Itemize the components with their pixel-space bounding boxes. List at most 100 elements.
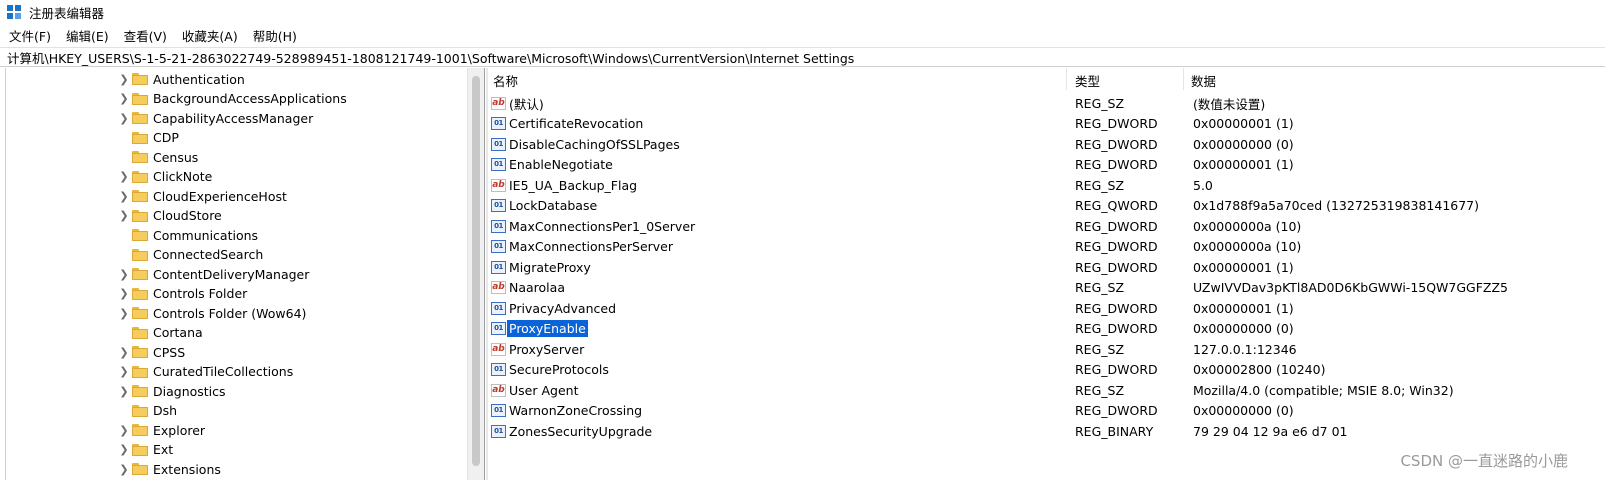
chevron-right-icon[interactable]: ❯ bbox=[118, 303, 130, 323]
column-header-data[interactable]: 数据 bbox=[1191, 68, 1216, 92]
value-row[interactable]: 01 MaxConnectionsPer1_0Server REG_DWORD 0x0… bbox=[486, 216, 1605, 236]
chevron-right-icon[interactable]: ❯ bbox=[118, 167, 130, 187]
tree-item-label: Diagnostics bbox=[153, 383, 226, 399]
value-row[interactable]: ab User Agent REG_SZ Mozilla/4.0 (compatibl… bbox=[486, 380, 1605, 400]
value-row[interactable]: 01 PrivacyAdvanced REG_DWORD 0x00000001 (1) bbox=[486, 298, 1605, 318]
tree-item[interactable]: Dsh bbox=[118, 401, 177, 421]
chevron-right-icon[interactable]: ❯ bbox=[118, 186, 130, 206]
menu-view[interactable]: 查看(V) bbox=[115, 26, 173, 45]
value-name: MaxConnectionsPerServer bbox=[509, 239, 673, 254]
column-header-type[interactable]: 类型 bbox=[1075, 68, 1100, 92]
chevron-right-icon[interactable]: ❯ bbox=[118, 420, 130, 440]
value-row[interactable]: 01 SecureProtocols REG_DWORD 0x00002800 (10… bbox=[486, 360, 1605, 380]
value-row[interactable]: 01 LockDatabase REG_QWORD 0x1d788f9a5a70ced… bbox=[486, 196, 1605, 216]
menu-help[interactable]: 帮助(H) bbox=[244, 26, 303, 45]
folder-icon bbox=[132, 112, 148, 124]
value-name-cell: ab User Agent bbox=[491, 380, 578, 400]
tree-item[interactable]: Communications bbox=[118, 225, 258, 245]
tree-item[interactable]: ❯ Authentication bbox=[118, 69, 244, 89]
value-type: REG_SZ bbox=[1075, 382, 1125, 398]
tree-item[interactable]: ❯ Controls Folder (Wow64) bbox=[118, 303, 306, 323]
value-name-cell: ab ProxyServer bbox=[491, 339, 584, 359]
value-name: ZonesSecurityUpgrade bbox=[509, 423, 653, 439]
tree-item[interactable]: Cortana bbox=[118, 323, 203, 343]
column-divider[interactable] bbox=[1066, 68, 1067, 90]
tree-item[interactable]: ❯ Extensions bbox=[118, 459, 221, 479]
value-row[interactable]: ab (默认) REG_SZ (数值未设置) bbox=[486, 93, 1605, 113]
value-type: REG_DWORD bbox=[1075, 239, 1158, 254]
value-type: REG_QWORD bbox=[1075, 198, 1158, 213]
address-bar[interactable]: 计算机\HKEY_USERS\S-1-5-21-2863022749-52898… bbox=[0, 47, 1605, 67]
value-row[interactable]: 01 DisableCachingOfSSLPages REG_DWORD 0x000… bbox=[486, 134, 1605, 154]
tree-scrollbar[interactable] bbox=[467, 68, 484, 480]
chevron-right-icon[interactable]: ❯ bbox=[118, 440, 130, 460]
value-row[interactable]: 01 WarnonZoneCrossing REG_DWORD 0x00000000 … bbox=[486, 401, 1605, 421]
value-row[interactable]: 01 ZonesSecurityUpgrade REG_BINARY 79 29 04… bbox=[486, 421, 1605, 441]
value-name-cell: 01 PrivacyAdvanced bbox=[491, 298, 616, 318]
value-data: 0x1d788f9a5a70ced (132725319838141677) bbox=[1193, 198, 1480, 213]
value-row[interactable]: ab ProxyServer REG_SZ 127.0.0.1:12346 bbox=[486, 339, 1605, 359]
value-name-cell: ab Naarolaa bbox=[491, 278, 565, 298]
chevron-right-icon[interactable]: ❯ bbox=[118, 69, 130, 89]
tree-item[interactable]: ConnectedSearch bbox=[118, 245, 263, 265]
menu-file[interactable]: 文件(F) bbox=[0, 26, 57, 45]
chevron-right-icon[interactable]: ❯ bbox=[118, 284, 130, 304]
tree-scrollbar-thumb[interactable] bbox=[472, 76, 480, 466]
folder-icon bbox=[132, 92, 148, 105]
tree-item[interactable]: ❯ BackgroundAccessApplications bbox=[118, 89, 346, 109]
chevron-right-icon[interactable]: ❯ bbox=[118, 89, 130, 109]
value-row[interactable]: ab IE5_UA_Backup_Flag REG_SZ 5.0 bbox=[486, 175, 1605, 195]
value-row[interactable]: 01 CertificateRevocation REG_DWORD 0x000000… bbox=[486, 114, 1605, 134]
value-data: 5.0 bbox=[1193, 177, 1213, 193]
chevron-right-icon[interactable]: ❯ bbox=[118, 381, 130, 401]
binary-value-icon: 01 bbox=[491, 199, 506, 212]
chevron-right-icon[interactable]: ❯ bbox=[118, 206, 130, 226]
value-name: (默认) bbox=[509, 96, 544, 112]
tree-item[interactable]: ❯ Explorer bbox=[118, 420, 205, 440]
value-name-cell: 01 ProxyEnable bbox=[491, 319, 588, 339]
binary-value-icon: 01 bbox=[491, 137, 506, 151]
tree-item[interactable]: ❯ CloudExperienceHost bbox=[118, 186, 286, 206]
tree-item[interactable]: ❯ CloudStore bbox=[118, 206, 221, 226]
tree-item[interactable]: ❯ CPSS bbox=[118, 342, 185, 362]
value-type: REG_DWORD bbox=[1075, 116, 1158, 131]
tree-item[interactable]: Census bbox=[118, 147, 198, 167]
menu-edit[interactable]: 编辑(E) bbox=[57, 26, 115, 45]
value-data: 0x00000001 (1) bbox=[1193, 157, 1294, 172]
tree-item[interactable]: ❯ Controls Folder bbox=[118, 284, 247, 304]
chevron-right-icon[interactable]: ❯ bbox=[118, 108, 130, 128]
value-row[interactable]: ab Naarolaa REG_SZ UZwIVVDav3pKTl8AD0D6KbGW… bbox=[486, 278, 1605, 298]
string-value-icon: ab bbox=[491, 383, 506, 397]
tree-item[interactable]: CDP bbox=[118, 128, 179, 148]
folder-icon bbox=[132, 443, 148, 456]
tree-item[interactable]: ❯ CuratedTileCollections bbox=[118, 362, 293, 382]
value-row[interactable]: 01 ProxyEnable REG_DWORD 0x00000000 (0) bbox=[486, 319, 1605, 339]
menu-favorites[interactable]: 收藏夹(A) bbox=[173, 26, 244, 45]
chevron-right-icon[interactable]: ❯ bbox=[118, 459, 130, 479]
string-value-icon: ab bbox=[491, 178, 506, 192]
value-name: DisableCachingOfSSLPages bbox=[509, 136, 680, 152]
tree-item[interactable]: ❯ Ext bbox=[118, 440, 173, 460]
value-name-cell: 01 ZonesSecurityUpgrade bbox=[491, 421, 652, 441]
chevron-right-icon[interactable]: ❯ bbox=[118, 362, 130, 382]
tree-item[interactable]: ❯ Diagnostics bbox=[118, 381, 226, 401]
value-type: REG_DWORD bbox=[1075, 259, 1158, 275]
value-row[interactable]: 01 MigrateProxy REG_DWORD 0x00000001 (1) bbox=[486, 257, 1605, 277]
title-bar: 注册表编辑器 bbox=[0, 0, 1605, 24]
column-header-name[interactable]: 名称 bbox=[493, 68, 518, 92]
value-row[interactable]: 01 EnableNegotiate REG_DWORD 0x00000001 (1) bbox=[486, 155, 1605, 175]
tree-item-label: Dsh bbox=[153, 403, 178, 418]
address-path[interactable]: 计算机\HKEY_USERS\S-1-5-21-2863022749-52898… bbox=[7, 48, 854, 67]
value-data: (数值未设置) bbox=[1193, 96, 1266, 112]
tree-item[interactable]: ❯ ClickNote bbox=[118, 167, 212, 187]
watermark: CSDN @一直迷路的小鹿 bbox=[1400, 452, 1568, 470]
value-name-cell: 01 CertificateRevocation bbox=[491, 114, 643, 134]
chevron-right-icon[interactable]: ❯ bbox=[118, 342, 130, 362]
column-divider[interactable] bbox=[1183, 68, 1184, 90]
value-name-cell: ab (默认) bbox=[491, 93, 544, 113]
tree-item[interactable]: ❯ CapabilityAccessManager bbox=[118, 108, 313, 128]
tree-item[interactable]: ❯ ContentDeliveryManager bbox=[118, 264, 309, 284]
chevron-right-icon[interactable]: ❯ bbox=[118, 264, 130, 284]
value-row[interactable]: 01 MaxConnectionsPerServer REG_DWORD 0x0000… bbox=[486, 237, 1605, 257]
